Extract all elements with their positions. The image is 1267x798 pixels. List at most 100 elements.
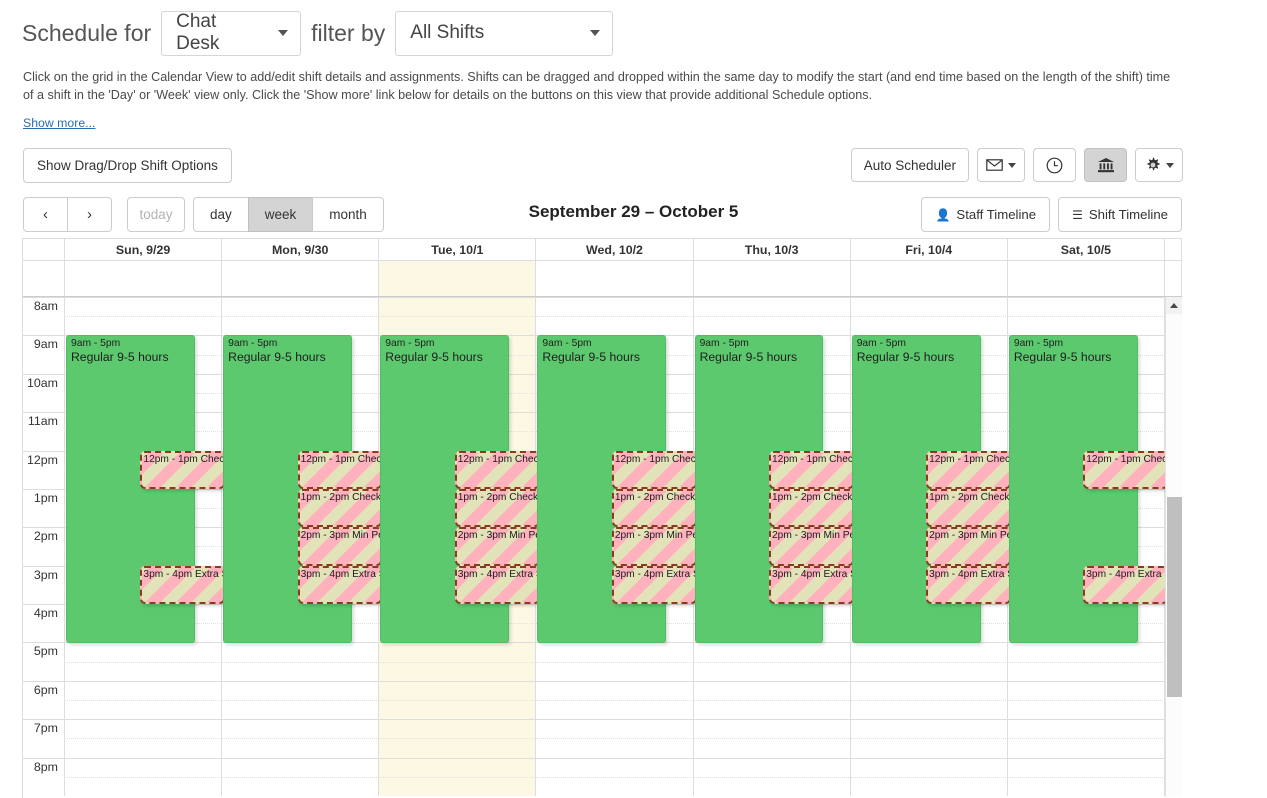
- shift-overlay-event[interactable]: 3pm - 4pm Extra S: [454, 565, 540, 605]
- view-day-button[interactable]: day: [193, 197, 249, 232]
- scrollbar-thumb[interactable]: [1167, 497, 1182, 697]
- shift-overlay-event[interactable]: 2pm - 3pm Min Pe: [454, 527, 540, 566]
- shift-overlay-event[interactable]: 3pm - 4pm Extra S: [140, 565, 226, 605]
- shift-overlay-event[interactable]: 12pm - 1pm Check: [454, 450, 540, 489]
- time-slot-cell[interactable]: [850, 699, 1008, 720]
- time-slot-cell[interactable]: [1007, 316, 1165, 336]
- shift-overlay-event[interactable]: 12pm - 1pm Check: [1083, 450, 1169, 489]
- time-slot-cell[interactable]: [693, 680, 851, 700]
- time-slot-cell[interactable]: [850, 316, 1008, 336]
- time-slot-cell[interactable]: [65, 297, 223, 317]
- time-slot-cell[interactable]: [222, 738, 380, 758]
- time-slot-cell[interactable]: [693, 719, 851, 739]
- view-week-button[interactable]: week: [247, 197, 314, 232]
- show-more-link[interactable]: Show more...: [23, 116, 95, 130]
- time-slot-cell[interactable]: [536, 297, 694, 317]
- all-day-cell-5[interactable]: [851, 261, 1008, 296]
- time-slot-cell[interactable]: [65, 642, 223, 662]
- time-slot-cell[interactable]: [850, 757, 1008, 777]
- time-slot-cell[interactable]: [1007, 738, 1165, 758]
- day-header-0[interactable]: Sun, 9/29: [65, 239, 223, 260]
- time-slot-row[interactable]: 7pm: [23, 719, 1165, 739]
- shift-overlay-event[interactable]: 2pm - 3pm Min Pe: [768, 527, 854, 566]
- time-slot-cell[interactable]: [850, 776, 1008, 796]
- show-drag-drop-shift-options-button[interactable]: Show Drag/Drop Shift Options: [23, 148, 232, 183]
- time-slot-row[interactable]: 6pm: [23, 680, 1165, 700]
- prev-period-button[interactable]: ‹: [23, 197, 68, 232]
- all-day-cell-4[interactable]: [694, 261, 851, 296]
- time-slot-cell[interactable]: [693, 661, 851, 681]
- shift-overlay-event[interactable]: 3pm - 4pm Extra S: [1083, 565, 1169, 605]
- time-slot-cell[interactable]: [222, 757, 380, 777]
- time-slot-cell[interactable]: [850, 738, 1008, 758]
- time-slot-cell[interactable]: [536, 661, 694, 681]
- day-header-1[interactable]: Mon, 9/30: [222, 239, 380, 260]
- shift-overlay-event[interactable]: 1pm - 2pm Checki: [611, 489, 697, 528]
- time-slot-cell[interactable]: [693, 738, 851, 758]
- time-slot-cell[interactable]: [850, 680, 1008, 700]
- shift-overlay-event[interactable]: 2pm - 3pm Min Pe: [297, 527, 383, 566]
- time-slot-cell[interactable]: [65, 661, 223, 681]
- calendar-time-grid[interactable]: 8am 9am 10am 11am 12pm 1pm 2pm 3pm 4pm 5pm 6pm 7pm 8…: [23, 297, 1182, 797]
- shift-overlay-event[interactable]: 12pm - 1pm Check: [926, 450, 1011, 489]
- shift-overlay-event[interactable]: 1pm - 2pm Checki: [768, 489, 854, 528]
- day-header-4[interactable]: Thu, 10/3: [694, 239, 851, 260]
- shift-overlay-event[interactable]: 1pm - 2pm Checki: [297, 489, 383, 528]
- all-day-row[interactable]: [23, 261, 1182, 297]
- time-slot-cell[interactable]: [850, 297, 1008, 317]
- today-button[interactable]: today: [127, 197, 185, 232]
- time-slot-cell[interactable]: [536, 642, 694, 662]
- all-day-cell-0[interactable]: [65, 261, 223, 296]
- time-slot-cell[interactable]: [1007, 661, 1165, 681]
- time-slot-cell[interactable]: [693, 642, 851, 662]
- time-slot-cell[interactable]: [850, 719, 1008, 739]
- shift-overlay-event[interactable]: 12pm - 1pm Check: [611, 450, 697, 489]
- time-slot-cell[interactable]: [536, 680, 694, 700]
- time-slot-cell[interactable]: [693, 699, 851, 720]
- shift-overlay-event[interactable]: 1pm - 2pm Checki: [454, 489, 540, 528]
- time-slot-cell[interactable]: [65, 316, 223, 336]
- mail-dropdown-button[interactable]: [977, 148, 1025, 182]
- time-slot-row[interactable]: [23, 699, 1165, 720]
- auto-scheduler-button[interactable]: Auto Scheduler: [850, 148, 969, 182]
- time-slot-cell[interactable]: [693, 757, 851, 777]
- all-day-cell-3[interactable]: [536, 261, 694, 296]
- time-slot-row[interactable]: [23, 776, 1165, 796]
- time-slot-cell[interactable]: [379, 757, 537, 777]
- time-slot-cell[interactable]: [379, 642, 537, 662]
- time-slot-cell[interactable]: [379, 699, 537, 720]
- shift-overlay-event[interactable]: 2pm - 3pm Min Pe: [926, 527, 1011, 566]
- time-slot-cell[interactable]: [536, 757, 694, 777]
- time-slot-cell[interactable]: [222, 316, 380, 336]
- time-slot-cell[interactable]: [222, 661, 380, 681]
- bank-button[interactable]: [1084, 148, 1127, 182]
- time-slot-cell[interactable]: [536, 316, 694, 336]
- time-slot-cell[interactable]: [65, 757, 223, 777]
- vertical-scrollbar[interactable]: [1165, 297, 1182, 797]
- time-slot-row[interactable]: [23, 738, 1165, 758]
- calendar-week-view[interactable]: Sun, 9/29 Mon, 9/30 Tue, 10/1 Wed, 10/2 Thu,…: [22, 238, 1182, 798]
- time-slot-row[interactable]: [23, 661, 1165, 681]
- all-day-cell-1[interactable]: [222, 261, 380, 296]
- time-slot-cell[interactable]: [693, 316, 851, 336]
- time-slot-cell[interactable]: [693, 776, 851, 796]
- time-slot-cell[interactable]: [379, 680, 537, 700]
- time-slot-cell[interactable]: [1007, 719, 1165, 739]
- settings-dropdown-button[interactable]: [1135, 148, 1183, 182]
- time-slot-cell[interactable]: [536, 776, 694, 796]
- time-slot-cell[interactable]: [850, 642, 1008, 662]
- day-header-3[interactable]: Wed, 10/2: [536, 239, 694, 260]
- day-header-2[interactable]: Tue, 10/1: [379, 239, 537, 260]
- all-day-cell-2[interactable]: [379, 261, 537, 296]
- time-slot-cell[interactable]: [65, 680, 223, 700]
- all-day-cell-6[interactable]: [1008, 261, 1165, 296]
- time-slot-row[interactable]: [23, 316, 1165, 336]
- time-slot-cell[interactable]: [379, 661, 537, 681]
- time-slot-cell[interactable]: [1007, 699, 1165, 720]
- time-slot-cell[interactable]: [1007, 680, 1165, 700]
- time-slot-cell[interactable]: [222, 642, 380, 662]
- shift-overlay-event[interactable]: 3pm - 4pm Extra S: [768, 565, 854, 605]
- next-period-button[interactable]: ›: [67, 197, 112, 232]
- staff-timeline-button[interactable]: 👤 Staff Timeline: [921, 197, 1051, 232]
- scroll-up-arrow-icon[interactable]: [1166, 297, 1182, 314]
